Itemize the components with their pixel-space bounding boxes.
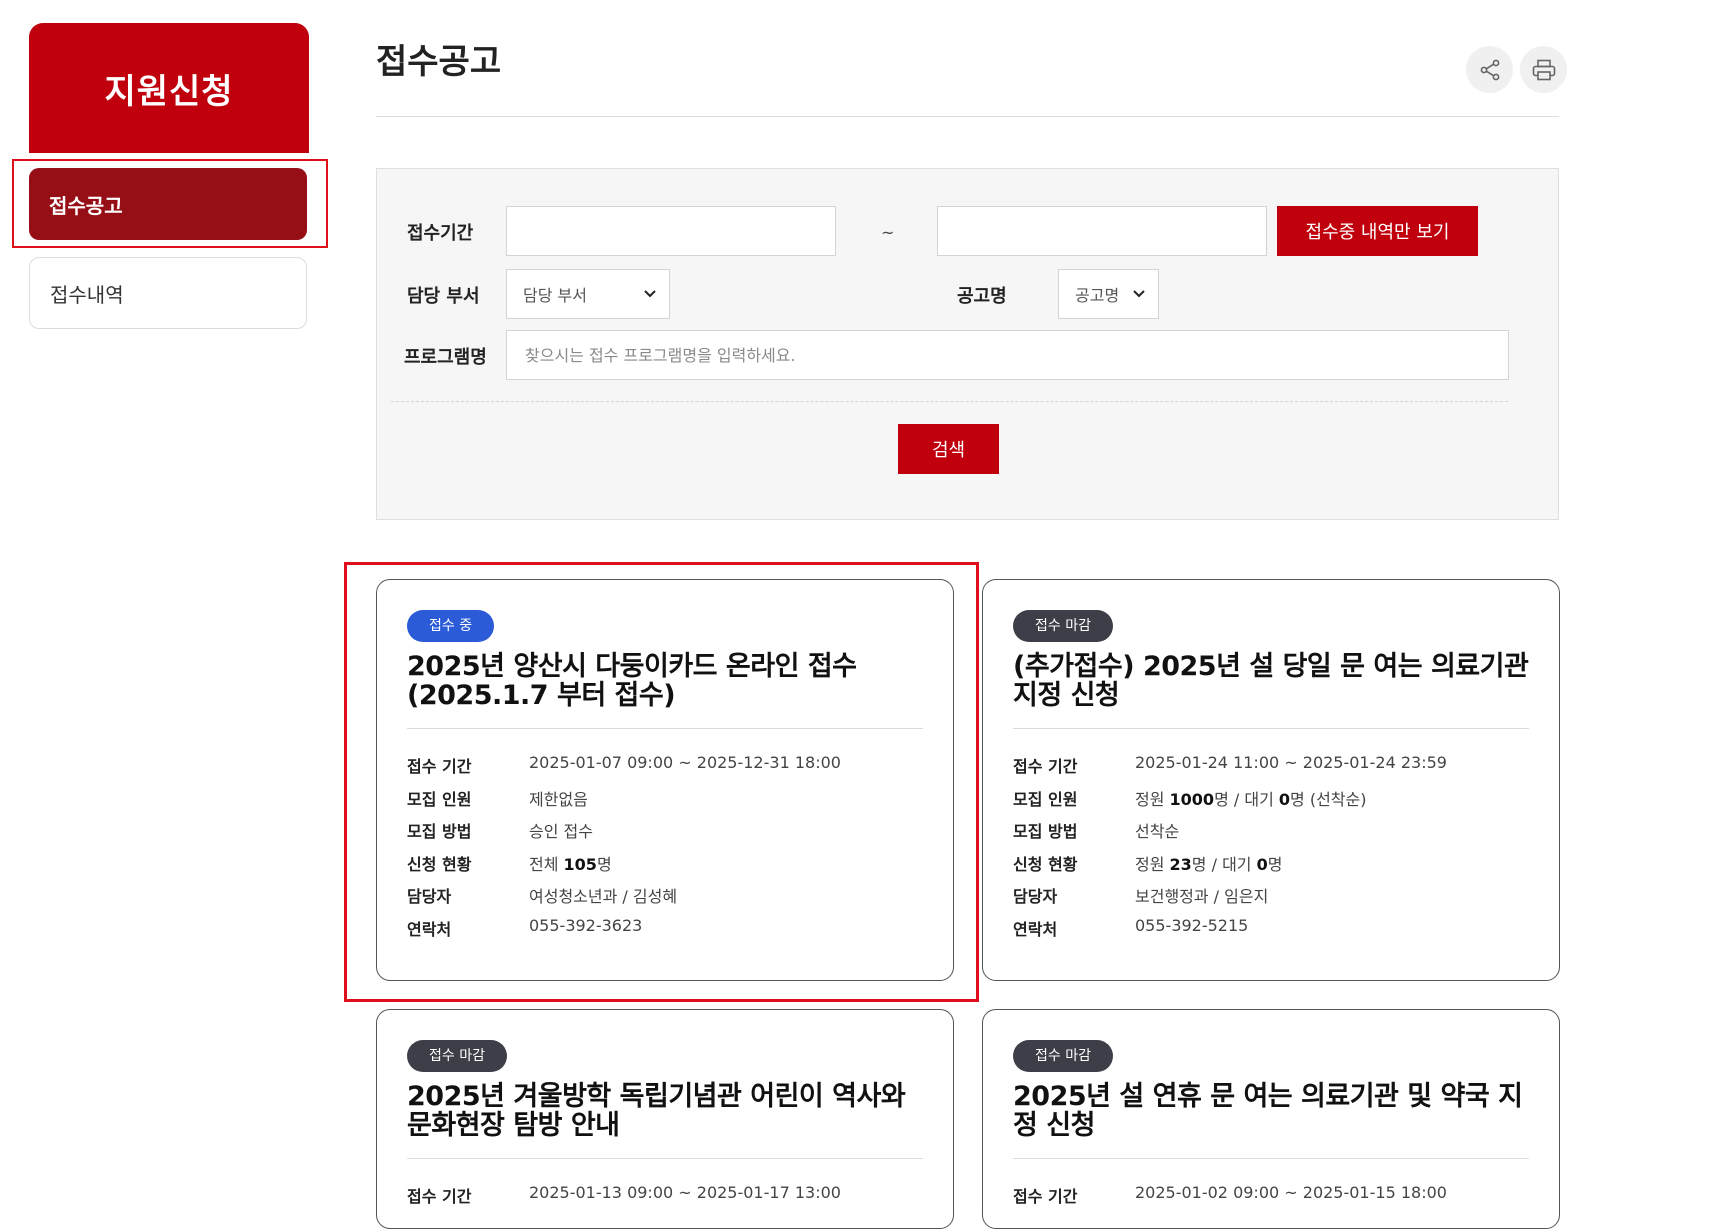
only-open-button[interactable]: 접수중 내역만 보기: [1277, 206, 1478, 256]
notice-select-value: 공고명: [1075, 286, 1120, 305]
row-value: 보건행정과 / 임은지: [1135, 887, 1269, 906]
period-label: 접수기간: [407, 223, 474, 244]
header-divider: [376, 116, 1559, 117]
notice-card[interactable]: 접수 마감 (추가접수) 2025년 설 당일 문 여는 의료기관 지정 신청 …: [982, 579, 1560, 981]
print-button[interactable]: [1520, 46, 1567, 93]
row-value: 정원 23명 / 대기 0명: [1135, 854, 1283, 874]
status-badge: 접수 마감: [1013, 1040, 1113, 1072]
page-title: 접수공고: [376, 42, 502, 82]
period-start-input[interactable]: [523, 206, 835, 256]
card-title[interactable]: (추가접수) 2025년 설 당일 문 여는 의료기관 지정 신청: [1013, 652, 1529, 729]
period-start-field[interactable]: [506, 206, 836, 256]
period-end-input[interactable]: [954, 206, 1266, 256]
period-separator: ~: [881, 223, 895, 242]
program-input[interactable]: [523, 330, 1508, 380]
notice-select[interactable]: 공고명: [1058, 269, 1159, 319]
chevron-down-icon: [644, 290, 656, 298]
row-label: 접수 기간: [1013, 1187, 1078, 1206]
row-label: 모집 방법: [1013, 822, 1078, 841]
row-label: 접수 기간: [1013, 757, 1078, 776]
notice-card[interactable]: 접수 마감 2025년 겨울방학 독립기념관 어린이 역사와 문화현장 탐방 안…: [376, 1009, 954, 1229]
dept-label: 담당 부서: [407, 286, 480, 307]
notice-label: 공고명: [957, 286, 1007, 307]
share-button[interactable]: [1466, 46, 1513, 93]
card-title[interactable]: 2025년 겨울방학 독립기념관 어린이 역사와 문화현장 탐방 안내: [407, 1082, 923, 1159]
row-value: 2025-01-13 09:00 ~ 2025-01-17 13:00: [529, 1183, 841, 1202]
notice-card[interactable]: 접수 마감 2025년 설 연휴 문 여는 의료기관 및 약국 지정 신청 접수…: [982, 1009, 1560, 1229]
search-button[interactable]: 검색: [898, 424, 999, 474]
sidebar-title: 지원신청: [29, 23, 309, 153]
row-label: 연락처: [1013, 919, 1058, 939]
row-value: 2025-01-02 09:00 ~ 2025-01-15 18:00: [1135, 1183, 1447, 1202]
sidebar-item-label: 접수내역: [50, 282, 124, 307]
row-value: 선착순: [1135, 822, 1180, 841]
program-field[interactable]: [506, 330, 1509, 380]
program-label: 프로그램명: [404, 347, 487, 368]
card-title[interactable]: 2025년 설 연휴 문 여는 의료기관 및 약국 지정 신청: [1013, 1082, 1529, 1159]
row-value: 055-392-5215: [1135, 915, 1249, 935]
print-icon: [1532, 59, 1555, 80]
search-panel: 접수기간 ~ 접수중 내역만 보기 담당 부서 담당 부서 공고명 공고명 프로…: [376, 168, 1559, 520]
highlight-box-card: [344, 562, 979, 1002]
row-value: 정원 1000명 / 대기 0명 (선착순): [1135, 789, 1367, 809]
period-end-field[interactable]: [937, 206, 1267, 256]
dept-select[interactable]: 담당 부서: [506, 269, 670, 319]
status-badge: 접수 마감: [407, 1040, 507, 1072]
row-label: 담당자: [1013, 887, 1058, 906]
status-badge: 접수 마감: [1013, 610, 1113, 642]
chevron-down-icon: [1133, 290, 1145, 298]
row-value: 2025-01-24 11:00 ~ 2025-01-24 23:59: [1135, 753, 1447, 772]
row-label: 신청 현황: [1013, 854, 1078, 874]
row-label: 모집 인원: [1013, 789, 1078, 809]
highlight-box-sidebar: [12, 159, 328, 248]
search-divider: [391, 401, 1508, 402]
sidebar-item-history[interactable]: 접수내역: [29, 257, 307, 329]
row-label: 접수 기간: [407, 1187, 472, 1206]
share-icon: [1480, 59, 1499, 80]
dept-select-value: 담당 부서: [523, 286, 587, 305]
